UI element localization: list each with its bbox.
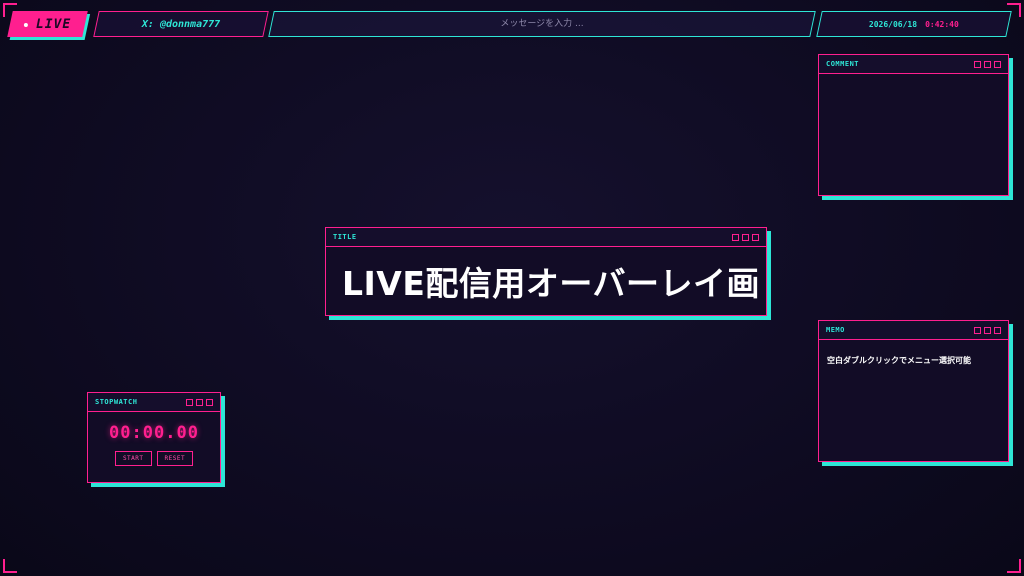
corner-bracket-bottom-left: [3, 559, 17, 573]
memo-window-title: MEMO: [826, 326, 845, 334]
social-handle-box: X: @donnma777: [93, 11, 269, 37]
title-window-header[interactable]: TITLE: [326, 228, 766, 247]
window-controls: [186, 398, 213, 406]
live-dot-icon: [23, 22, 28, 26]
window-control-icon[interactable]: [974, 326, 981, 334]
memo-window-header[interactable]: MEMO: [819, 321, 1008, 340]
live-label: LIVE: [35, 16, 72, 32]
window-control-icon[interactable]: [186, 398, 193, 406]
comment-window-header[interactable]: COMMENT: [819, 55, 1008, 74]
title-window-title: TITLE: [333, 233, 357, 241]
stopwatch-window-title: STOPWATCH: [95, 398, 138, 406]
current-time: 0:42:40: [925, 19, 959, 29]
message-bar[interactable]: [268, 11, 816, 37]
window-control-icon[interactable]: [984, 60, 991, 68]
memo-window[interactable]: MEMO 空白ダブルクリックでメニュー選択可能: [818, 320, 1009, 462]
title-window[interactable]: TITLE LIVE配信用オーバーレイ画: [325, 227, 767, 316]
window-control-icon[interactable]: [196, 398, 203, 406]
message-input[interactable]: [290, 18, 794, 30]
memo-text: 空白ダブルクリックでメニュー選択可能: [827, 356, 971, 365]
datetime-box: 2026/06/18 0:42:40: [816, 11, 1012, 37]
corner-bracket-bottom-right: [1007, 559, 1021, 573]
window-control-icon[interactable]: [994, 326, 1001, 334]
window-controls: [732, 233, 759, 241]
window-control-icon[interactable]: [752, 233, 759, 241]
current-date: 2026/06/18: [869, 19, 918, 29]
stopwatch-window[interactable]: STOPWATCH 00:00.00 START RESET: [87, 392, 221, 483]
window-controls: [974, 326, 1001, 334]
stopwatch-body: 00:00.00 START RESET: [88, 412, 220, 466]
comment-window[interactable]: COMMENT: [818, 54, 1009, 196]
window-control-icon[interactable]: [206, 398, 213, 406]
window-control-icon[interactable]: [742, 233, 749, 241]
reset-button[interactable]: RESET: [156, 451, 194, 466]
window-controls: [974, 60, 1001, 68]
stopwatch-buttons: START RESET: [114, 451, 194, 466]
live-badge: LIVE: [7, 11, 88, 37]
window-control-icon[interactable]: [984, 326, 991, 334]
stream-title-text: LIVE配信用オーバーレイ画: [342, 263, 761, 303]
start-button[interactable]: START: [114, 451, 152, 466]
title-window-body: LIVE配信用オーバーレイ画: [326, 247, 766, 314]
memo-window-body[interactable]: 空白ダブルクリックでメニュー選択可能: [819, 340, 1008, 375]
window-control-icon[interactable]: [994, 60, 1001, 68]
comment-window-title: COMMENT: [826, 60, 860, 68]
window-control-icon[interactable]: [974, 60, 981, 68]
stopwatch-window-header[interactable]: STOPWATCH: [88, 393, 220, 412]
social-handle: X: @donnma777: [141, 18, 221, 30]
window-control-icon[interactable]: [732, 233, 739, 241]
stopwatch-display: 00:00.00: [109, 423, 199, 443]
